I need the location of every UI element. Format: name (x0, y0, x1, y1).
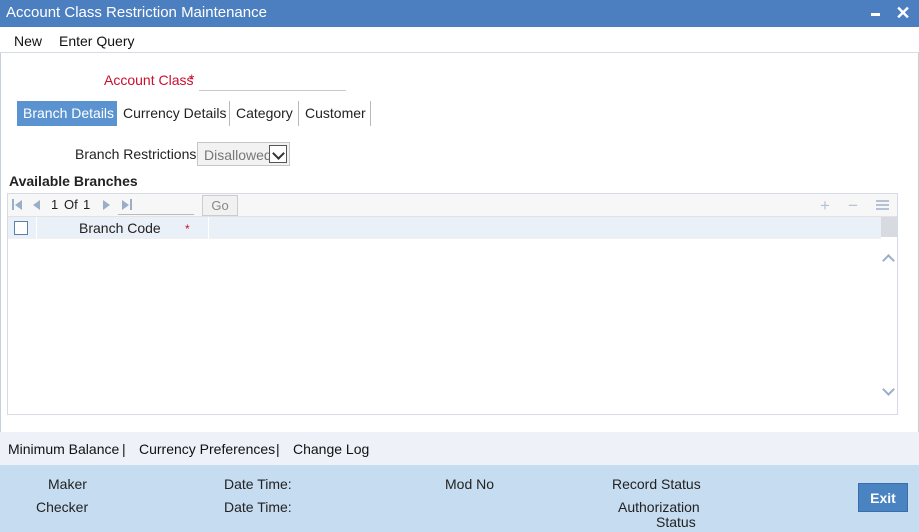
record-status-label: Record Status (612, 476, 701, 492)
tab-currency-details[interactable]: Currency Details (117, 101, 230, 126)
chevron-down-icon[interactable] (269, 145, 287, 163)
column-header-branch-code[interactable]: Branch Code * (36, 217, 209, 239)
branch-restrictions-label: Branch Restrictions (75, 146, 197, 162)
page-number-input[interactable] (118, 196, 194, 215)
next-page-icon[interactable] (102, 199, 114, 211)
branch-restrictions-select[interactable]: Disallowed (197, 142, 290, 166)
window-title: Account Class Restriction Maintenance (6, 4, 267, 21)
total-pages: 1 (83, 197, 91, 212)
menu-bar: New Enter Query (0, 27, 919, 53)
list-view-icon[interactable] (876, 200, 889, 212)
link-separator: | (276, 441, 280, 457)
checker-date-time-label: Date Time: (224, 499, 292, 515)
grid-scrollbar[interactable] (881, 217, 897, 414)
account-class-label: Account Class (104, 72, 194, 88)
mod-no-label: Mod No (445, 476, 495, 492)
grid-toolbar: 1 Of 1 Go + − (8, 194, 897, 217)
go-button[interactable]: Go (202, 195, 238, 216)
title-bar: Account Class Restriction Maintenance ✕ (0, 0, 919, 27)
branch-code-required-marker: * (185, 222, 190, 236)
minimum-balance-link[interactable]: Minimum Balance (8, 441, 119, 457)
change-log-link[interactable]: Change Log (293, 441, 369, 457)
maker-date-time-label: Date Time: (224, 476, 292, 492)
subsystem-links-bar: Minimum Balance | Currency Preferences |… (0, 432, 919, 465)
minimize-icon[interactable] (864, 2, 886, 24)
link-separator: | (122, 441, 126, 457)
checker-label: Checker (36, 499, 89, 515)
page-of-label: Of (64, 197, 78, 212)
delete-row-icon[interactable]: − (848, 196, 858, 216)
scroll-thumb[interactable] (881, 217, 897, 237)
add-row-icon[interactable]: + (820, 196, 830, 216)
branch-restrictions-value: Disallowed (204, 147, 272, 163)
select-all-checkbox[interactable] (14, 221, 28, 235)
first-page-icon[interactable] (12, 199, 24, 211)
maker-label: Maker (48, 476, 87, 492)
enter-query-menu-item[interactable]: Enter Query (59, 33, 134, 49)
scroll-up-icon[interactable] (882, 254, 895, 267)
new-menu-item[interactable]: New (14, 33, 42, 49)
branches-grid: 1 Of 1 Go + − Branch Code * (7, 193, 898, 415)
account-class-input[interactable] (199, 69, 346, 91)
tab-branch-details[interactable]: Branch Details (17, 101, 117, 126)
tab-category[interactable]: Category (230, 101, 299, 126)
authorization-label: Authorization (618, 499, 700, 515)
branch-code-header-label: Branch Code (79, 220, 161, 236)
main-content: Account Class * Branch Details Currency … (0, 53, 919, 432)
audit-footer: Maker Checker Date Time: Date Time: Mod … (0, 465, 919, 532)
account-class-required-marker: * (189, 71, 195, 87)
authorization-status-label: Status (656, 514, 696, 530)
available-branches-heading: Available Branches (9, 173, 138, 189)
current-page: 1 (51, 197, 59, 212)
scroll-down-icon[interactable] (882, 383, 895, 396)
tab-customer[interactable]: Customer (299, 101, 371, 126)
currency-preferences-link[interactable]: Currency Preferences (139, 441, 275, 457)
close-icon[interactable]: ✕ (892, 2, 914, 24)
previous-page-icon[interactable] (32, 199, 44, 211)
grid-header: Branch Code * (8, 217, 881, 239)
exit-button[interactable]: Exit (858, 483, 908, 512)
